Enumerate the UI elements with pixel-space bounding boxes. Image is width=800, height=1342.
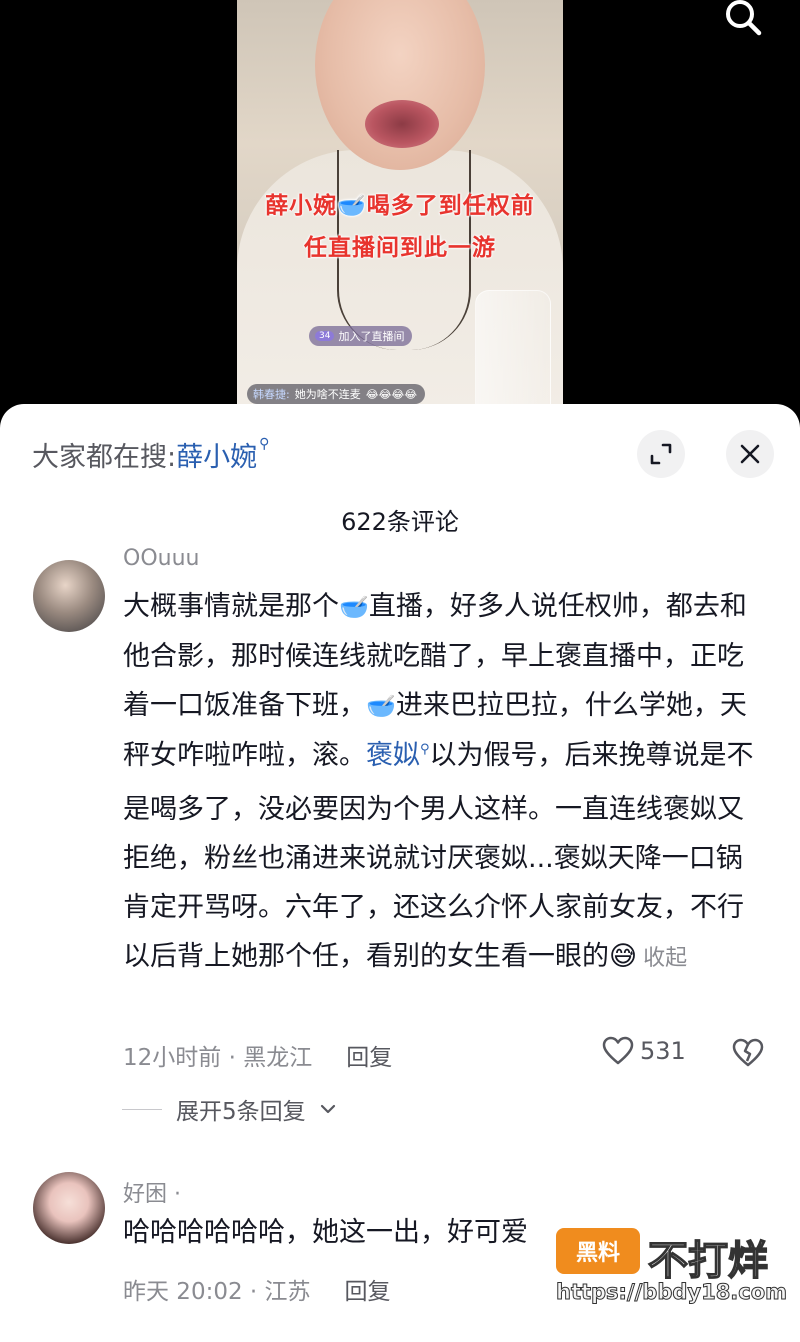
comment-meta: 昨天 20:02 · 江苏 回复 <box>123 1272 391 1306</box>
comment-text: 大概事情就是那个🥣直播，好多人说任权帅，都去和他合影，那时候连线就吃醋了，早上褒… <box>123 582 763 983</box>
expand-icon <box>650 443 672 465</box>
bowl-emoji-icon: 🥣 <box>339 593 369 621</box>
chat-username: 韩春捷: <box>253 388 290 401</box>
chat-emojis: 😂😂😂😂 <box>365 387 418 401</box>
comment-time-location: 昨天 20:02 · 江苏 <box>123 1279 311 1305</box>
comment-sheet: 大家都在搜: 薛小婉 ⚲ 622条评论 OOuuu 大概事情就是那个🥣直播，好多… <box>0 404 800 1342</box>
watermark-badge: 黑料 <box>556 1228 640 1274</box>
watermark-text: 不打烊 <box>647 1237 769 1285</box>
divider-line <box>122 1108 162 1110</box>
join-notification: 34 加入了直播间 <box>309 326 413 346</box>
watermark-url: https://bbdy18.com <box>555 1280 788 1305</box>
heart-icon <box>602 1036 634 1065</box>
sweat-smile-emoji-icon: 😅 <box>609 941 638 972</box>
chevron-down-icon <box>320 1104 335 1114</box>
expand-replies-label: 展开5条回复 <box>176 1099 306 1125</box>
close-sheet-button[interactable] <box>726 430 774 478</box>
search-small-icon: ⚲ <box>420 742 430 757</box>
comment-text-segment: 以为假号，后来挽尊说是不是喝多了，没必要因为个男人这样。一直连线褒姒又拒绝，粉丝… <box>123 740 754 972</box>
trending-search-keyword[interactable]: 薛小婉 <box>176 435 257 474</box>
expand-sheet-button[interactable] <box>637 430 685 478</box>
bowl-emoji-icon: 🥣 <box>366 692 396 720</box>
comment-username[interactable]: 好困 · <box>123 1176 181 1208</box>
watermark: 黑料 不打烊 https://bbdy18.com <box>555 1228 788 1310</box>
comment-count: 622条评论 <box>341 508 459 536</box>
broken-heart-icon <box>732 1038 764 1067</box>
live-video-area[interactable]: 薛小婉🥣喝多了到任权前 任直播间到此一游 34 加入了直播间 韩春捷: 她为啥不… <box>0 0 800 420</box>
join-text: 加入了直播间 <box>338 330 405 343</box>
video-overlay-title-line2: 任直播间到此一游 <box>304 235 496 261</box>
collapse-link[interactable]: 收起 <box>643 946 687 971</box>
comment-time-location: 12小时前 · 黑龙江 <box>123 1045 313 1071</box>
live-video-frame[interactable]: 薛小婉🥣喝多了到任权前 任直播间到此一游 34 加入了直播间 韩春捷: 她为啥不… <box>237 0 563 410</box>
live-chat-message: 韩春捷: 她为啥不连麦 😂😂😂😂 <box>247 384 426 404</box>
trending-search-label: 大家都在搜: <box>32 441 177 473</box>
chat-text: 她为啥不连麦 <box>294 388 361 401</box>
inline-search-link[interactable]: 褒姒 <box>366 740 420 771</box>
video-bottle <box>475 290 551 410</box>
close-icon <box>740 444 760 464</box>
avatar[interactable] <box>33 1172 105 1244</box>
dislike-button[interactable] <box>732 1038 764 1072</box>
comment-text-segment: 大概事情就是那个 <box>123 591 339 622</box>
comment-username[interactable]: OOuuu <box>123 546 199 571</box>
like-count: 531 <box>640 1037 686 1065</box>
comment-meta: 12小时前 · 黑龙江 回复 <box>123 1038 392 1072</box>
search-icon[interactable] <box>720 0 766 40</box>
video-overlay-title-line1: 薛小婉🥣喝多了到任权前 <box>265 193 535 219</box>
expand-replies-button[interactable]: 展开5条回复 <box>122 1092 336 1126</box>
reply-button[interactable]: 回复 <box>345 1272 391 1306</box>
user-level-badge: 34 <box>315 331 335 341</box>
video-figure-mouth <box>365 100 439 148</box>
reply-button[interactable]: 回复 <box>346 1038 392 1072</box>
trending-search-row[interactable]: 大家都在搜: 薛小婉 ⚲ <box>32 434 269 474</box>
avatar[interactable] <box>33 560 105 632</box>
like-button[interactable]: 531 <box>602 1036 686 1066</box>
search-small-icon: ⚲ <box>259 436 270 452</box>
